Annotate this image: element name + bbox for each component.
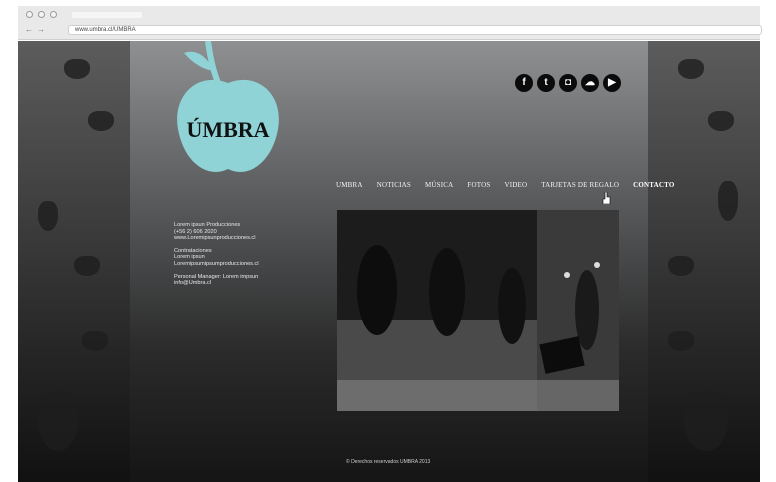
instagram-icon[interactable]: ◘ xyxy=(559,74,577,92)
back-icon[interactable]: ← xyxy=(24,25,34,35)
producciones-phone[interactable]: (+56 2) 606 2020 xyxy=(174,229,259,236)
nav-item-tarjetas[interactable]: TARJETAS DE REGALO xyxy=(541,181,619,189)
decor-figure xyxy=(718,181,738,221)
nav-item-umbra[interactable]: UMBRA xyxy=(336,181,363,189)
nav-item-fotos[interactable]: FOTOS xyxy=(467,181,490,189)
youtube-icon[interactable]: ▶ xyxy=(603,74,621,92)
decor-bird xyxy=(64,59,90,79)
decor-apple xyxy=(82,331,108,351)
maximize-dot[interactable] xyxy=(50,11,57,18)
twitter-icon[interactable]: t xyxy=(537,74,555,92)
browser-window: ← → www.umbra.cl/UMBRA ÚMBRA f t ◘ ☁ ▶ U… xyxy=(0,0,776,482)
browser-tab[interactable] xyxy=(72,12,142,18)
page-viewport: ÚMBRA f t ◘ ☁ ▶ UMBRA NOTICIAS MÚSICA FO… xyxy=(18,41,760,482)
footer-copyright: © Derechos reservados UMBRA 2013 xyxy=(346,459,431,465)
soundcloud-icon[interactable]: ☁ xyxy=(581,74,599,92)
band-photo xyxy=(337,210,619,411)
hand-cursor-icon xyxy=(602,192,611,204)
producciones-web[interactable]: www.Loremipsunproducciones.cl xyxy=(174,235,259,242)
decor-apple xyxy=(668,331,694,351)
decor-flower xyxy=(74,256,100,276)
nav-item-contacto[interactable]: CONTACTO xyxy=(633,181,674,189)
left-decor-panel xyxy=(18,41,130,482)
contact-info: Lorem ipsun Producciones (+56 2) 606 202… xyxy=(174,222,259,293)
decor-dancer xyxy=(684,391,728,451)
producciones-name: Lorem ipsun Producciones xyxy=(174,222,241,228)
producciones-block: Lorem ipsun Producciones (+56 2) 606 202… xyxy=(174,222,259,242)
browser-chrome: ← → www.umbra.cl/UMBRA xyxy=(18,6,762,40)
manager-email[interactable]: info@Umbra.cl xyxy=(174,280,259,287)
right-decor-panel xyxy=(648,41,760,482)
decor-leaf xyxy=(708,111,734,131)
contrataciones-title: Contrataciones xyxy=(174,247,212,254)
forward-icon[interactable]: → xyxy=(36,25,46,35)
manager-block: Personal Manager: Lorem impsun info@Umbr… xyxy=(174,274,259,287)
decor-dancer xyxy=(38,391,78,451)
nav-item-musica[interactable]: MÚSICA xyxy=(425,181,453,189)
close-dot[interactable] xyxy=(26,11,33,18)
minimize-dot[interactable] xyxy=(38,11,45,18)
umbra-logo[interactable]: ÚMBRA xyxy=(168,41,288,181)
nav-item-video[interactable]: VIDEO xyxy=(504,181,527,189)
decor-figure xyxy=(38,201,58,231)
window-controls xyxy=(26,11,57,18)
social-links: f t ◘ ☁ ▶ xyxy=(515,74,621,92)
contrataciones-email[interactable]: Loremipsumipsumproducciones.cl xyxy=(174,261,259,268)
logo-wordmark: ÚMBRA xyxy=(186,117,269,142)
decor-flower xyxy=(668,256,694,276)
manager-title: Personal Manager: Lorem impsun xyxy=(174,273,259,280)
facebook-icon[interactable]: f xyxy=(515,74,533,92)
nav-item-noticias[interactable]: NOTICIAS xyxy=(377,181,411,189)
decor-bird xyxy=(678,59,704,79)
contrataciones-block: Contrataciones Lorem ipsun Loremipsumips… xyxy=(174,248,259,268)
main-nav: UMBRA NOTICIAS MÚSICA FOTOS VIDEO TARJET… xyxy=(336,181,675,189)
decor-leaf xyxy=(88,111,114,131)
contrataciones-name: Lorem ipsun xyxy=(174,254,205,261)
address-bar[interactable]: www.umbra.cl/UMBRA xyxy=(68,25,762,35)
